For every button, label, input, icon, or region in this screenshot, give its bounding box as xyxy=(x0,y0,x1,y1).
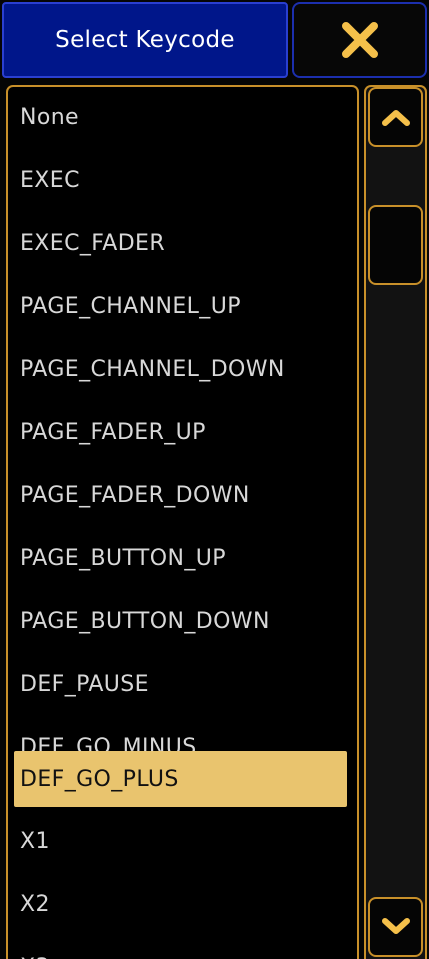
scroll-down-button[interactable] xyxy=(368,897,423,957)
chevron-up-icon xyxy=(381,110,410,126)
list-item[interactable]: None xyxy=(14,90,347,145)
list-item[interactable]: PAGE_BUTTON_DOWN xyxy=(14,594,347,649)
scroll-up-button[interactable] xyxy=(368,87,423,147)
scrollbar[interactable] xyxy=(364,85,427,959)
dialog-title: Select Keycode xyxy=(2,2,288,78)
list-item[interactable]: PAGE_CHANNEL_UP xyxy=(14,279,347,334)
close-button[interactable] xyxy=(292,2,427,78)
chevron-down-icon xyxy=(381,918,410,934)
list-item[interactable]: PAGE_FADER_DOWN xyxy=(14,468,347,523)
dialog-title-label: Select Keycode xyxy=(55,27,235,53)
list-item[interactable]: EXEC_FADER xyxy=(14,216,347,271)
list-item[interactable]: PAGE_BUTTON_UP xyxy=(14,531,347,586)
scroll-thumb[interactable] xyxy=(368,205,423,285)
list-item[interactable]: X3 xyxy=(14,940,347,959)
keycode-list[interactable]: None EXEC EXEC_FADER PAGE_CHANNEL_UP PAG… xyxy=(6,85,359,959)
list-item[interactable]: DEF_PAUSE xyxy=(14,657,347,712)
list-item[interactable]: X1 xyxy=(14,814,347,869)
list-item-selected[interactable]: DEF_GO_PLUS xyxy=(14,751,347,807)
close-icon xyxy=(341,22,378,58)
list-item[interactable]: X2 xyxy=(14,877,347,932)
list-item[interactable]: PAGE_CHANNEL_DOWN xyxy=(14,342,347,397)
list-item[interactable]: PAGE_FADER_UP xyxy=(14,405,347,460)
list-item[interactable]: EXEC xyxy=(14,153,347,208)
